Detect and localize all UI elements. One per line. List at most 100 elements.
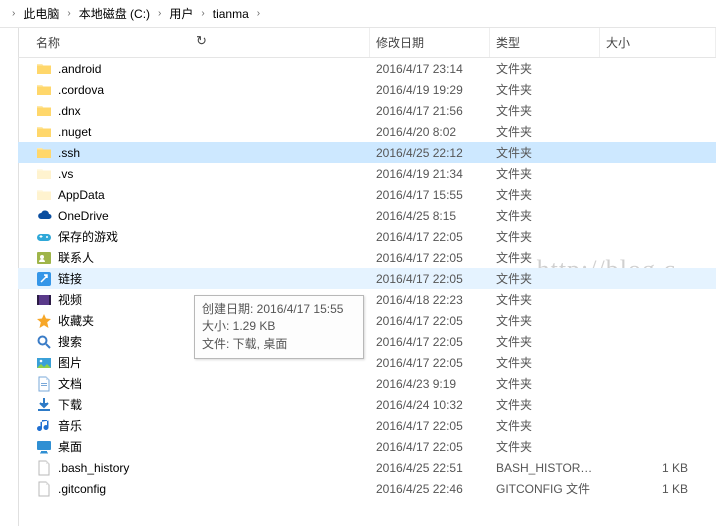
cell-date: 2016/4/23 9:19: [370, 377, 490, 391]
cell-date: 2016/4/25 22:12: [370, 146, 490, 160]
cell-type: 文件夹: [490, 207, 600, 224]
file-name: .ssh: [58, 146, 80, 160]
cell-type: 文件夹: [490, 417, 600, 434]
table-row[interactable]: 视频 2016/4/18 22:23文件夹: [18, 289, 716, 310]
music-icon: [36, 418, 52, 434]
tooltip-size-label: 大小:: [202, 319, 233, 333]
table-row[interactable]: .cordova2016/4/19 19:29文件夹: [18, 79, 716, 100]
file-name: .bash_history: [58, 461, 129, 475]
file-name: 收藏夹: [58, 312, 94, 329]
cell-date: 2016/4/17 23:14: [370, 62, 490, 76]
cell-name: .nuget: [18, 124, 370, 140]
table-row[interactable]: 搜索2016/4/17 22:05文件夹: [18, 331, 716, 352]
cell-date: 2016/4/25 8:15: [370, 209, 490, 223]
table-row[interactable]: .ssh 2016/4/25 22:12文件夹: [18, 142, 716, 163]
cell-type: 文件夹: [490, 144, 600, 161]
file-name: .dnx: [58, 104, 81, 118]
cell-type: 文件夹: [490, 375, 600, 392]
folder-icon: [36, 82, 52, 98]
file-name: 视频: [58, 291, 82, 308]
cell-date: 2016/4/17 22:05: [370, 272, 490, 286]
file-list: 名称 修改日期 类型 大小 .android 2016/4/17 23:14 文件夹…: [18, 28, 716, 526]
breadcrumb-item-1[interactable]: 本地磁盘 (C:): [79, 5, 150, 22]
cell-name: AppData: [18, 187, 370, 203]
table-row[interactable]: OneDrive2016/4/25 8:15文件夹: [18, 205, 716, 226]
column-header-date[interactable]: 修改日期: [370, 28, 490, 57]
column-header-type-label: 类型: [496, 34, 520, 51]
breadcrumb-item-0[interactable]: 此电脑: [23, 5, 59, 22]
cell-name: .ssh: [18, 145, 370, 161]
chevron-right-icon: ›: [8, 8, 19, 19]
table-row[interactable]: .android2016/4/17 23:14文件夹: [18, 58, 716, 79]
cell-date: 2016/4/25 22:51: [370, 461, 490, 475]
table-row[interactable]: .gitconfig2016/4/25 22:46GITCONFIG 文件1 K…: [18, 478, 716, 499]
folder-icon: [36, 61, 52, 77]
cell-date: 2016/4/17 22:05: [370, 419, 490, 433]
games-icon: [36, 229, 52, 245]
folder-icon: [36, 145, 52, 161]
column-header-type[interactable]: 类型: [490, 28, 600, 57]
cell-name: 联系人: [18, 249, 370, 266]
table-row[interactable]: 保存的游戏2016/4/17 22:05文件夹: [18, 226, 716, 247]
file-name: .android: [58, 62, 101, 76]
file-name: 下载: [58, 396, 82, 413]
search-icon: [36, 334, 52, 350]
cell-name: 下载: [18, 396, 370, 413]
cell-date: 2016/4/19 19:29: [370, 83, 490, 97]
cell-type: 文件夹: [490, 186, 600, 203]
table-row[interactable]: 桌面2016/4/17 22:05文件夹: [18, 436, 716, 457]
cell-type: 文件夹: [490, 354, 600, 371]
cell-name: 保存的游戏: [18, 228, 370, 245]
table-row[interactable]: 下载2016/4/24 10:32文件夹: [18, 394, 716, 415]
cell-date: 2016/4/19 21:34: [370, 167, 490, 181]
table-row[interactable]: 链接2016/4/17 22:05文件夹: [18, 268, 716, 289]
column-header-name-label: 名称: [36, 34, 60, 51]
tooltip-size-value: 1.29 KB: [233, 319, 276, 333]
chevron-right-icon: ›: [154, 8, 165, 19]
cell-type: 文件夹: [490, 270, 600, 287]
breadcrumb-item-3[interactable]: tianma: [213, 7, 249, 21]
table-row[interactable]: .dnx2016/4/17 21:56文件夹: [18, 100, 716, 121]
cell-date: 2016/4/17 22:05: [370, 356, 490, 370]
cell-date: 2016/4/17 21:56: [370, 104, 490, 118]
file-name: .cordova: [58, 83, 104, 97]
pictures-icon: [36, 355, 52, 371]
documents-icon: [36, 376, 52, 392]
table-row[interactable]: 联系人2016/4/17 22:05文件夹: [18, 247, 716, 268]
file-name: 桌面: [58, 438, 82, 455]
cell-name: 链接: [18, 270, 370, 287]
tooltip-created-label: 创建日期:: [202, 302, 257, 316]
cell-type: 文件夹: [490, 291, 600, 308]
folder-icon: [36, 103, 52, 119]
downloads-icon: [36, 397, 52, 413]
table-row[interactable]: .bash_history2016/4/25 22:51BASH_HISTORY…: [18, 457, 716, 478]
desktop-icon: [36, 439, 52, 455]
favorites-icon: [36, 313, 52, 329]
file-icon: [36, 481, 52, 497]
cell-date: 2016/4/20 8:02: [370, 125, 490, 139]
table-row[interactable]: .vs2016/4/19 21:34文件夹: [18, 163, 716, 184]
table-row[interactable]: AppData2016/4/17 15:55文件夹: [18, 184, 716, 205]
cell-name: .cordova: [18, 82, 370, 98]
table-row[interactable]: 文档2016/4/23 9:19文件夹: [18, 373, 716, 394]
cell-date: 2016/4/17 22:05: [370, 335, 490, 349]
cell-date: 2016/4/18 22:23: [370, 293, 490, 307]
table-row[interactable]: 图片 2016/4/17 22:05文件夹: [18, 352, 716, 373]
column-header-size-label: 大小: [606, 34, 630, 51]
file-name: 图片: [58, 354, 82, 371]
tooltip: 创建日期: 2016/4/17 15:55 大小: 1.29 KB 文件: 下载…: [194, 295, 364, 359]
file-name: 音乐: [58, 417, 82, 434]
table-row[interactable]: 收藏夹2016/4/17 22:05文件夹: [18, 310, 716, 331]
table-row[interactable]: 音乐 2016/4/17 22:05文件夹: [18, 415, 716, 436]
table-row[interactable]: .nuget2016/4/20 8:02文件夹: [18, 121, 716, 142]
column-header-size[interactable]: 大小: [600, 28, 716, 57]
breadcrumb[interactable]: › 此电脑 › 本地磁盘 (C:) › 用户 › tianma ›: [0, 0, 716, 28]
file-name: .vs: [58, 167, 73, 181]
cell-type: 文件夹: [490, 123, 600, 140]
cell-name: .bash_history: [18, 460, 370, 476]
cell-date: 2016/4/24 10:32: [370, 398, 490, 412]
contacts-icon: [36, 250, 52, 266]
column-header-name[interactable]: 名称: [18, 28, 370, 57]
breadcrumb-item-2[interactable]: 用户: [169, 5, 193, 22]
cell-date: 2016/4/17 15:55: [370, 188, 490, 202]
